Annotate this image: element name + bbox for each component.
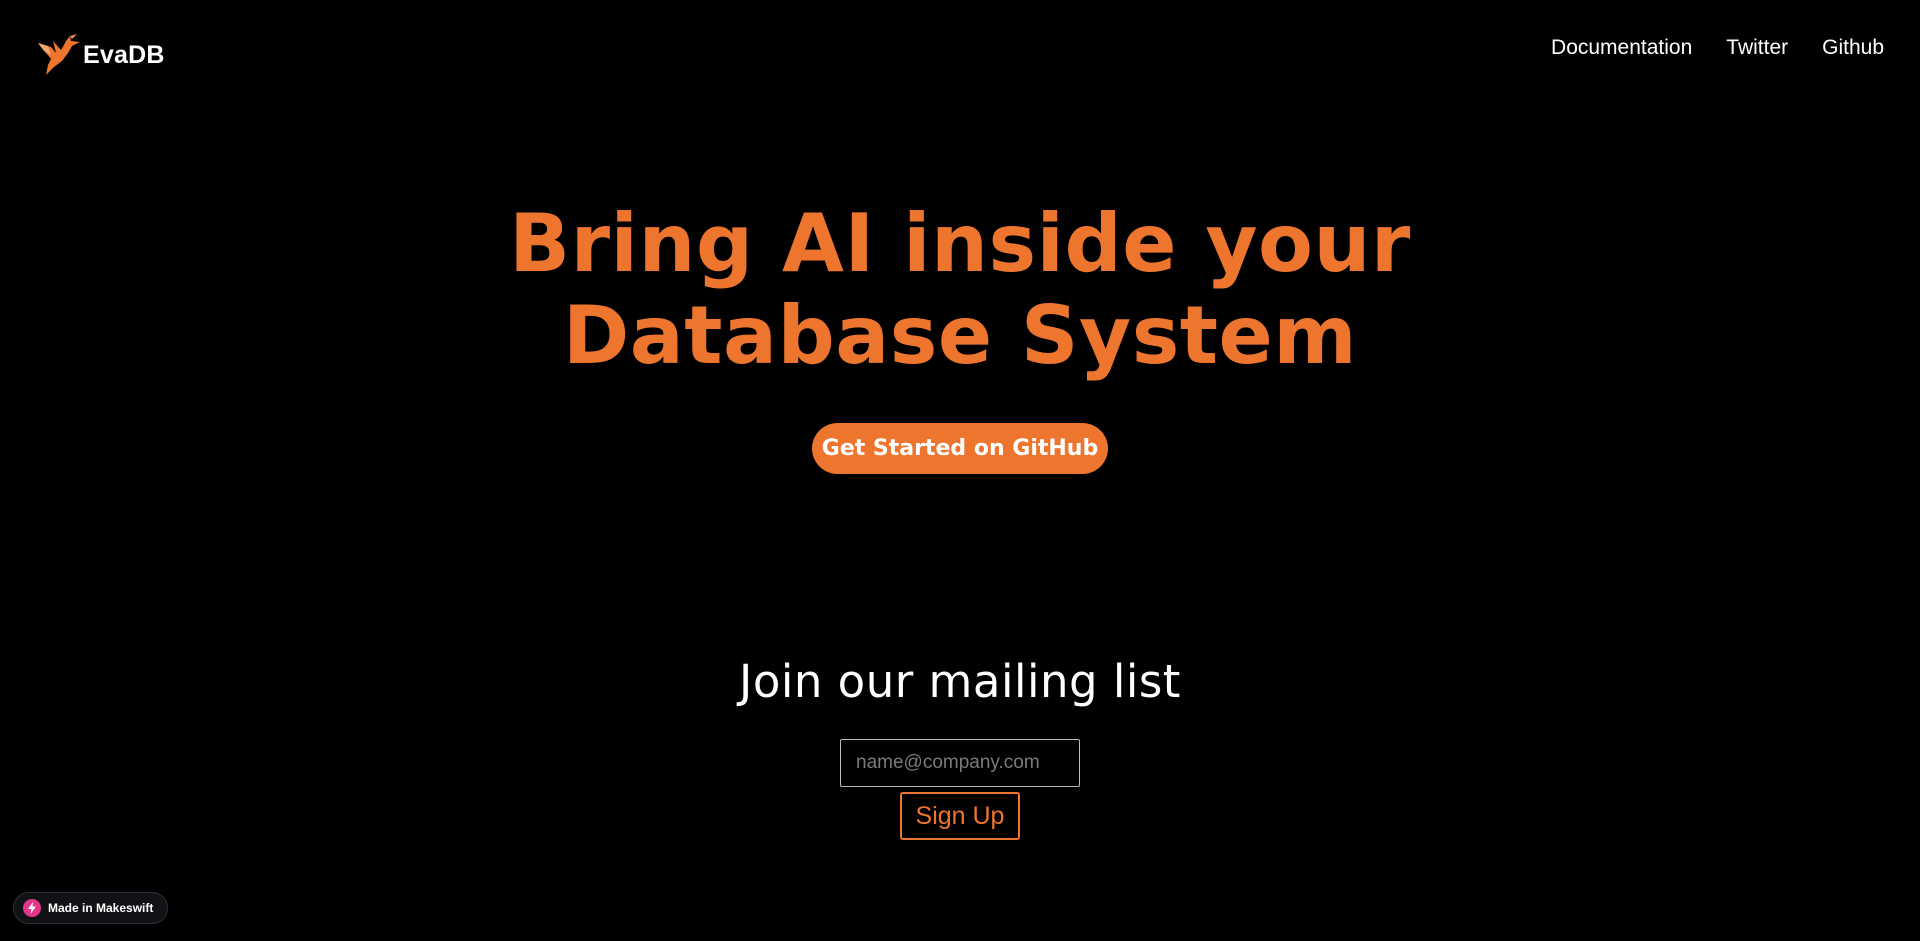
made-in-makeswift-badge[interactable]: Made in Makeswift: [13, 892, 168, 924]
email-input[interactable]: [840, 739, 1080, 787]
hero-title-line2: Database System: [562, 289, 1358, 382]
top-nav: Documentation Twitter Github: [1551, 36, 1884, 60]
site-header: EvaDB Documentation Twitter Github: [0, 0, 1920, 100]
logo-link[interactable]: EvaDB: [36, 33, 165, 77]
nav-link-twitter[interactable]: Twitter: [1726, 36, 1788, 60]
bolt-glyph: [28, 902, 36, 914]
logo-text: EvaDB: [83, 40, 165, 69]
badge-label: Made in Makeswift: [48, 901, 154, 915]
hero-title: Bring AI inside your Database System: [0, 198, 1920, 382]
nav-link-github[interactable]: Github: [1822, 36, 1884, 60]
page: EvaDB Documentation Twitter Github Bring…: [0, 0, 1920, 941]
makeswift-bolt-icon: [23, 899, 41, 917]
nav-link-documentation[interactable]: Documentation: [1551, 36, 1692, 60]
mailing-list-title: Join our mailing list: [739, 655, 1181, 708]
hummingbird-logo-icon: [38, 34, 80, 75]
hero-title-line1: Bring AI inside your: [509, 197, 1411, 290]
get-started-github-button[interactable]: Get Started on GitHub: [812, 423, 1108, 474]
sign-up-button[interactable]: Sign Up: [900, 792, 1020, 840]
